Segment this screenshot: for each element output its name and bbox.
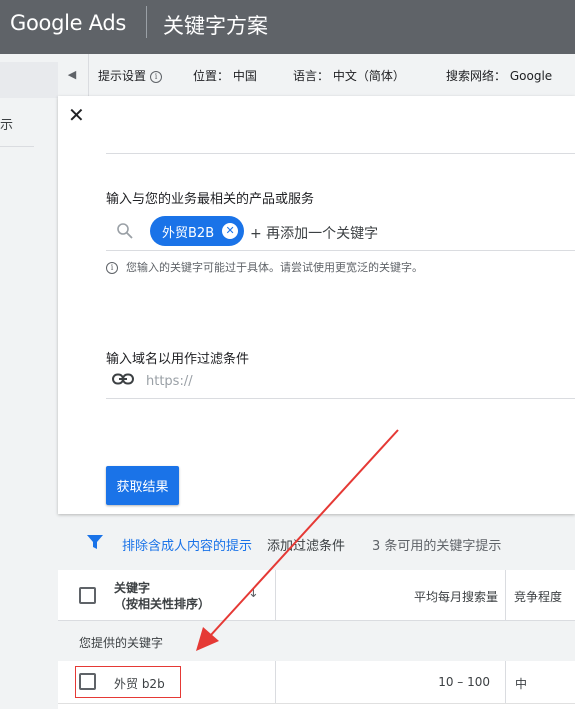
add-filter-button[interactable]: 添加过滤条件 bbox=[267, 535, 345, 554]
left-nav-item-label[interactable]: 示 bbox=[0, 114, 13, 133]
products-label: 输入与您的业务最相关的产品或服务 bbox=[106, 192, 315, 207]
left-nav-divider bbox=[0, 146, 34, 147]
available-count: 3 条可用的关键字提示 bbox=[372, 539, 502, 554]
keyword-warning-text: 您输入的关键字可能过于具体。请尝试使用更宽泛的关键字。 bbox=[126, 261, 423, 274]
table-header: 关键字 （按相关性排序） ↓ 平均每月搜索量 竞争程度 bbox=[58, 570, 575, 621]
keyword-input-field[interactable]: 外贸B2B ✕ + 再添加一个关键字 bbox=[106, 214, 575, 251]
remove-chip-icon[interactable]: ✕ bbox=[222, 223, 239, 239]
collapse-panel-button[interactable]: ◀ bbox=[58, 60, 86, 88]
chevron-left-icon: ◀ bbox=[67, 67, 77, 81]
network-setting[interactable]: 搜索网络： Google bbox=[446, 67, 552, 84]
row-competition: 中 bbox=[515, 677, 528, 691]
network-value: Google bbox=[509, 69, 553, 83]
keyword-chip-label: 外贸B2B bbox=[162, 225, 215, 241]
table-row[interactable]: 外贸 b2b 10 – 100 中 bbox=[58, 661, 575, 704]
page-title: 关键字方案 bbox=[163, 14, 268, 38]
avg-searches-column-header[interactable]: 平均每月搜索量 bbox=[276, 588, 498, 605]
close-icon[interactable]: ✕ bbox=[68, 105, 85, 125]
settings-divider bbox=[88, 54, 89, 96]
filter-bar: 排除含成人内容的提示 添加过滤条件 3 条可用的关键字提示 bbox=[58, 522, 575, 564]
top-app-bar: Google Ads 关键字方案 bbox=[0, 0, 575, 54]
location-value: 中国 bbox=[232, 69, 257, 83]
language-label: 语言： bbox=[293, 69, 330, 83]
select-all-checkbox[interactable] bbox=[79, 587, 96, 604]
info-icon: i bbox=[106, 262, 118, 274]
settings-bar: ◀ 提示设置 i 位置： 中国 语言： 中文（简体） 搜索网络： Google bbox=[58, 54, 575, 96]
annotation-highlight-box bbox=[75, 666, 181, 698]
card-divider bbox=[106, 153, 575, 154]
hint-settings-label: 提示设置 bbox=[98, 69, 147, 83]
column-divider bbox=[505, 570, 506, 620]
group-header: 您提供的关键字 bbox=[58, 621, 575, 661]
keyword-input-card: ✕ 输入与您的业务最相关的产品或服务 外贸B2B ✕ + 再添加一个关键字 i您… bbox=[58, 96, 575, 514]
location-setting[interactable]: 位置： 中国 bbox=[193, 67, 257, 84]
keyword-chip[interactable]: 外贸B2B ✕ bbox=[150, 216, 245, 246]
info-icon[interactable]: i bbox=[150, 71, 163, 83]
row-avg-searches: 10 – 100 bbox=[438, 675, 490, 689]
domain-input-field[interactable]: https:// bbox=[106, 364, 575, 399]
add-keyword-placeholder[interactable]: + 再添加一个关键字 bbox=[250, 223, 378, 243]
link-icon bbox=[112, 373, 134, 385]
sort-arrow-icon[interactable]: ↓ bbox=[248, 586, 259, 601]
keyword-column-header[interactable]: 关键字 （按相关性排序） bbox=[114, 580, 210, 612]
keyword-column-subtitle: （按相关性排序） bbox=[114, 597, 211, 611]
column-divider bbox=[505, 661, 506, 703]
keyword-column-title: 关键字 bbox=[114, 581, 151, 595]
get-results-button[interactable]: 获取结果 bbox=[106, 466, 179, 505]
hint-settings[interactable]: 提示设置 i bbox=[98, 67, 163, 84]
google-ads-logo[interactable]: Google Ads bbox=[10, 11, 126, 35]
competition-column-header[interactable]: 竞争程度 bbox=[514, 588, 562, 605]
group-label: 您提供的关键字 bbox=[79, 636, 164, 650]
language-value: 中文（简体） bbox=[332, 69, 405, 83]
left-nav-active-item[interactable] bbox=[0, 62, 58, 98]
header-divider bbox=[146, 6, 147, 38]
network-label: 搜索网络： bbox=[446, 69, 507, 83]
exclude-adult-link[interactable]: 排除含成人内容的提示 bbox=[122, 535, 252, 554]
search-icon bbox=[117, 223, 133, 239]
keyword-results-table: 关键字 （按相关性排序） ↓ 平均每月搜索量 竞争程度 您提供的关键字 外贸 b… bbox=[58, 570, 575, 709]
domain-placeholder: https:// bbox=[146, 374, 193, 389]
keyword-warning: i 您输入的关键字可能过于具体。请尝试使用更宽泛的关键字。 bbox=[106, 259, 423, 275]
location-label: 位置： bbox=[193, 69, 230, 83]
language-setting[interactable]: 语言： 中文（简体） bbox=[293, 67, 405, 84]
filter-icon[interactable] bbox=[86, 534, 104, 550]
left-nav-panel: 示 bbox=[0, 54, 58, 709]
